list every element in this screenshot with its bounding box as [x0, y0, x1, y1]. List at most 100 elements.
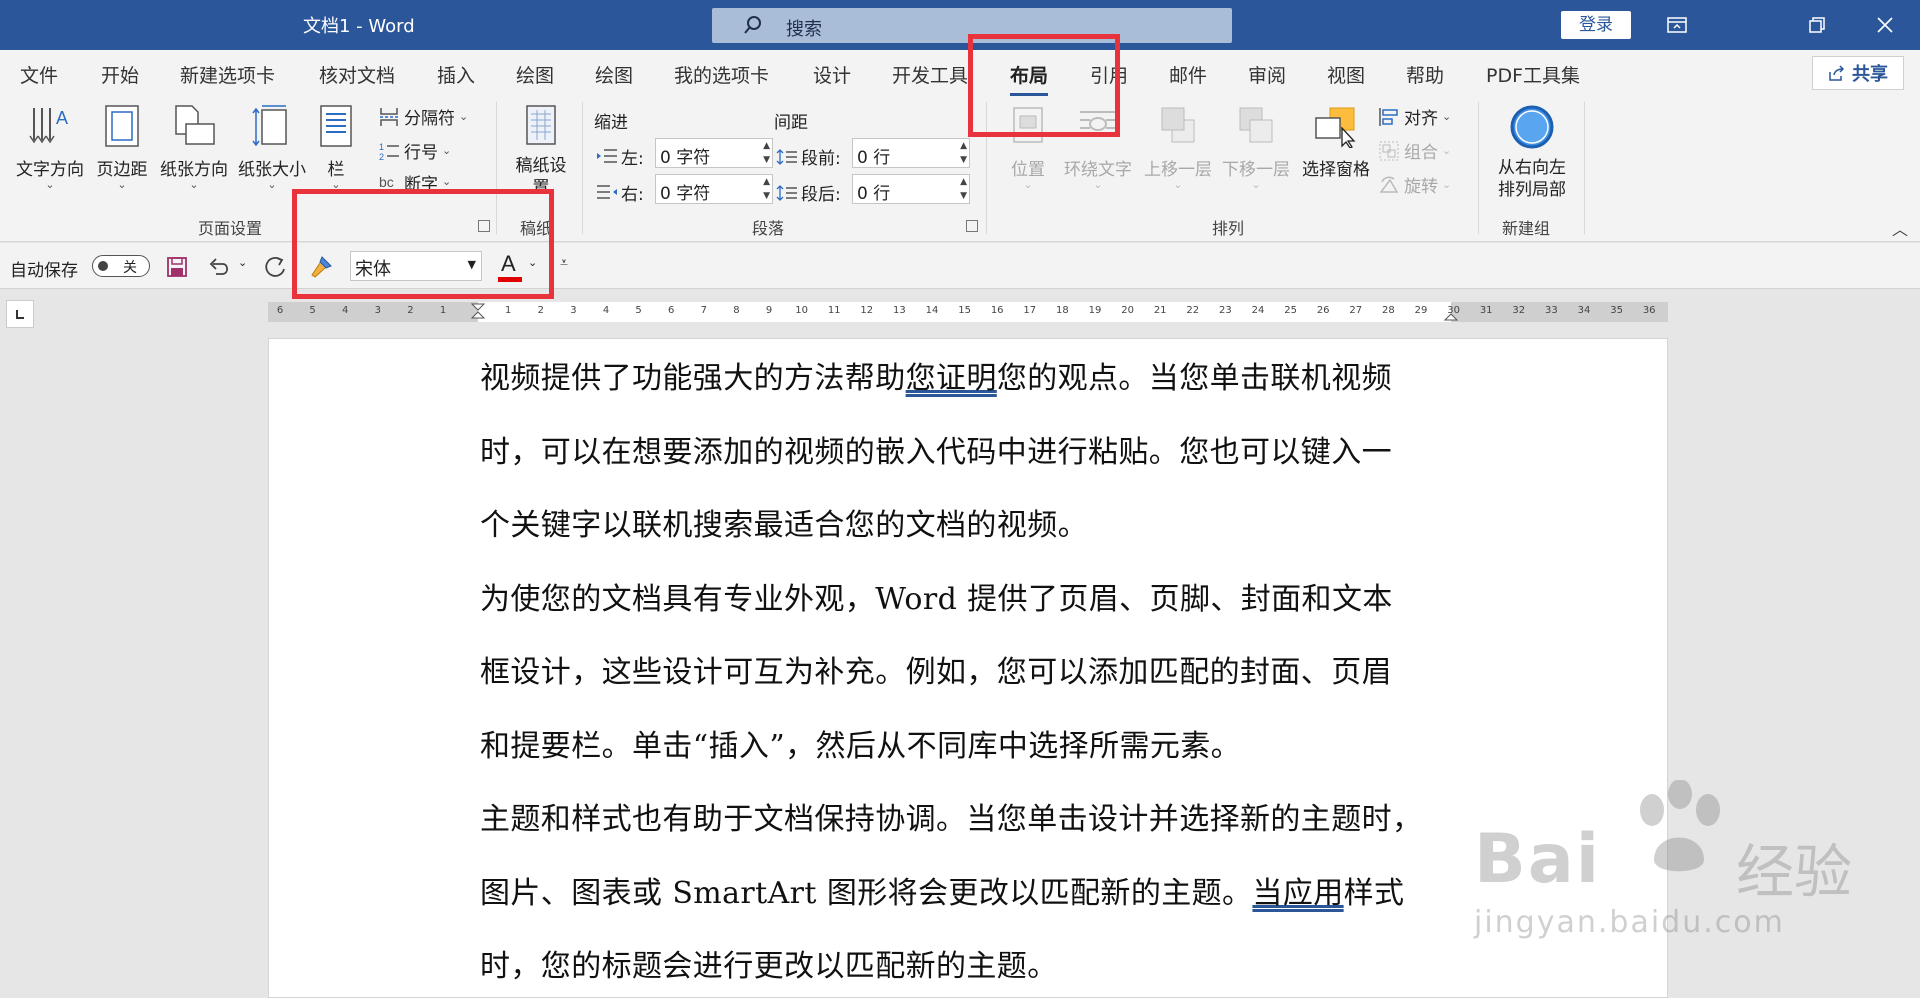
tab-draw[interactable]: 绘图 — [516, 61, 554, 88]
tab-review[interactable]: 审阅 — [1248, 61, 1286, 88]
ruler-tick-label: 6 — [276, 305, 284, 316]
align-button[interactable]: 对齐 ⌄ — [1378, 104, 1451, 129]
position-icon — [1013, 107, 1043, 143]
group-separator — [1584, 102, 1585, 234]
line-numbers-label: 行号 — [404, 143, 438, 163]
document-text-line[interactable]: 框设计，这些设计可互为补充。例如，您可以添加匹配的封面、页眉 — [480, 647, 1392, 691]
position-button[interactable]: 位置 ⌄ — [998, 104, 1058, 190]
group-objects-label: 组合 — [1404, 143, 1438, 163]
ribbon-display-options-button[interactable] — [1647, 0, 1707, 50]
tab-view[interactable]: 视图 — [1327, 61, 1365, 88]
tab-mailings[interactable]: 邮件 — [1169, 61, 1207, 88]
font-color-dropdown-icon[interactable]: ⌄ — [528, 256, 537, 269]
document-page[interactable]: 视频提供了功能强大的方法帮助您证明您的观点。当您单击联机视频 时，可以在想要添加的… — [268, 338, 1668, 998]
hyphenation-button[interactable]: bc 断字 ⌄ — [378, 172, 451, 192]
indent-left-input[interactable]: 0 字符 ▲ ▼ — [655, 138, 773, 168]
document-text-line[interactable]: 个关键字以联机搜索最适合您的文档的视频。 — [480, 500, 1088, 544]
tab-new-tab[interactable]: 新建选项卡 — [180, 61, 275, 88]
document-text-line[interactable]: 视频提供了功能强大的方法帮助您证明您的观点。当您单击联机视频 — [480, 353, 1392, 397]
document-text-line[interactable]: 时，您的标题会进行更改以匹配新的主题。 — [480, 941, 1058, 985]
breaks-button[interactable]: 分隔符 ⌄ — [378, 104, 468, 129]
spacing-before-input[interactable]: 0 行 ▲ ▼ — [852, 138, 970, 168]
save-icon[interactable] — [166, 256, 188, 278]
font-name-select[interactable]: 宋体 ▼ — [350, 251, 482, 281]
page-setup-launcher-icon[interactable] — [478, 220, 490, 232]
spinner-arrows-icon[interactable]: ▲ ▼ — [763, 139, 770, 167]
ruler-tick-label: 13 — [893, 305, 906, 316]
login-button[interactable]: 登录 — [1561, 11, 1631, 39]
tab-layout[interactable]: 布局 — [1010, 61, 1049, 96]
document-text-line[interactable]: 时，可以在想要添加的视频的嵌入代码中进行粘贴。您也可以键入一 — [480, 427, 1392, 471]
format-painter-icon[interactable] — [308, 254, 334, 280]
tab-file[interactable]: 文件 — [20, 61, 58, 88]
ruler-tick-label: 34 — [1577, 305, 1591, 316]
paragraph-launcher-icon[interactable] — [966, 220, 978, 232]
send-backward-button[interactable]: 下移一层 ⌄ — [1218, 104, 1294, 190]
columns-button[interactable]: 栏 ⌄ — [318, 104, 354, 190]
tab-home[interactable]: 开始 — [101, 61, 139, 88]
search-input[interactable]: 搜索 — [712, 8, 1232, 43]
tab-references[interactable]: 引用 — [1090, 61, 1128, 88]
indent-right-input[interactable]: 0 字符 ▲ ▼ — [655, 174, 773, 204]
ruler-tick-label: 16 — [990, 305, 1004, 316]
rtl-layout-button[interactable]: 从右向左排列局部 — [1488, 104, 1576, 201]
font-color-icon: A — [501, 251, 516, 276]
restore-button[interactable] — [1787, 0, 1847, 50]
margins-button[interactable]: 页边距 ⌄ — [92, 104, 152, 190]
horizontal-ruler[interactable]: 6 5 4 3 2 1 1 2 3 4 5 6 7 8 9 10 11 12 13 14 15 16 17 18 19 20 21 2… — [268, 302, 1668, 322]
size-button[interactable]: 纸张大小 ⌄ — [234, 104, 310, 190]
rotate-button[interactable]: 旋转 ⌄ — [1378, 172, 1451, 197]
ruler-tick-label: 4 — [602, 305, 610, 316]
right-indent-marker[interactable] — [1443, 306, 1459, 322]
autosave-label: 自动保存 — [10, 261, 78, 281]
indent-right-icon — [597, 184, 617, 199]
undo-icon[interactable] — [208, 256, 232, 278]
wrap-text-button[interactable]: 环绕文字 ⌄ — [1060, 104, 1136, 190]
tab-design[interactable]: 设计 — [813, 61, 851, 88]
redo-icon[interactable] — [264, 255, 288, 279]
tab-help[interactable]: 帮助 — [1406, 61, 1444, 88]
spinner-arrows-icon[interactable]: ▲ ▼ — [960, 175, 967, 203]
tab-pdf-tools[interactable]: PDF工具集 — [1486, 61, 1580, 88]
spacing-after-input[interactable]: 0 行 ▲ ▼ — [852, 174, 970, 204]
columns-label: 栏 — [327, 160, 345, 180]
autosave-toggle[interactable]: 关 — [92, 255, 150, 277]
spinner-arrows-icon[interactable]: ▲ ▼ — [763, 175, 770, 203]
group-objects-button[interactable]: 组合 ⌄ — [1378, 138, 1451, 163]
font-color-button[interactable]: A — [498, 249, 524, 283]
size-label: 纸张大小 — [238, 160, 306, 180]
share-button[interactable]: 共享 — [1812, 56, 1904, 90]
text-segment: 主题和样式也有助于文档保持协调。当您单击设计并选择新的主题时， — [480, 802, 1423, 837]
bring-forward-button[interactable]: 上移一层 ⌄ — [1140, 104, 1216, 190]
undo-dropdown-icon[interactable]: ⌄ — [238, 256, 247, 269]
document-text-line[interactable]: 和提要栏。单击“插入”，然后从不同库中选择所需元素。 — [480, 721, 1241, 765]
spacing-before-text: 段前: — [801, 149, 841, 169]
line-numbers-button[interactable]: 12 行号 ⌄ — [378, 138, 451, 164]
svg-text:bc: bc — [379, 174, 394, 190]
document-text-line[interactable]: 为使您的文档具有专业外观，Word 提供了页眉、页脚、封面和文本 — [480, 574, 1393, 618]
ruler-tick-label: 17 — [1023, 305, 1037, 316]
tab-review-doc[interactable]: 核对文档 — [319, 61, 395, 88]
tab-draw-2[interactable]: 绘图 — [595, 61, 633, 88]
customize-qat-icon[interactable]: ⩡ — [560, 255, 568, 271]
watermark-url: jingyan.baidu.com — [1474, 905, 1785, 940]
ruler-tick-label: 31 — [1479, 305, 1493, 316]
group-separator — [582, 102, 583, 234]
selection-pane-button[interactable]: 选择窗格 — [1298, 104, 1374, 180]
tab-my-tab[interactable]: 我的选项卡 — [674, 61, 769, 88]
indent-right-text: 右: — [621, 185, 644, 205]
orientation-button[interactable]: 纸张方向 ⌄ — [156, 104, 232, 190]
tab-selector-button[interactable] — [6, 300, 34, 328]
ruler-tick-label: 29 — [1414, 305, 1428, 316]
close-button[interactable] — [1855, 0, 1915, 50]
tab-developer[interactable]: 开发工具 — [892, 61, 968, 88]
text-direction-button[interactable]: A 文字方向 ⌄ — [12, 104, 88, 190]
first-line-indent-marker[interactable] — [470, 302, 486, 322]
collapse-ribbon-icon[interactable]: ︿ — [1892, 216, 1908, 240]
tab-insert[interactable]: 插入 — [437, 61, 475, 88]
manuscript-button[interactable]: 稿纸设置 — [506, 104, 576, 199]
spinner-arrows-icon[interactable]: ▲ ▼ — [960, 139, 967, 167]
document-text-line[interactable]: 主题和样式也有助于文档保持协调。当您单击设计并选择新的主题时， — [480, 794, 1422, 838]
document-text-line[interactable]: 图片、图表或 SmartArt 图形将会更改以匹配新的主题。当应用样式 — [480, 868, 1404, 912]
group-objects-icon — [1379, 141, 1399, 160]
